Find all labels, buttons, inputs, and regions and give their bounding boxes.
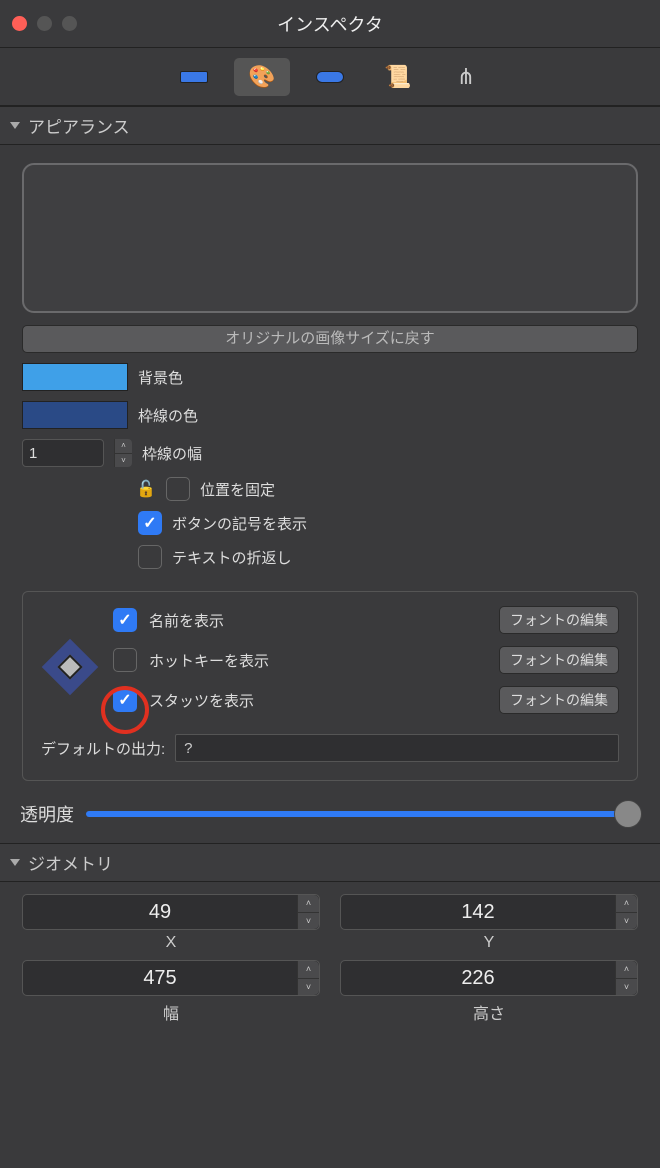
chevron-down-icon <box>10 859 20 866</box>
font-edit-name-button[interactable]: フォントの編集 <box>499 606 619 634</box>
chevron-down-icon <box>10 122 20 129</box>
show-hotkey-checkbox[interactable] <box>113 648 137 672</box>
text-wrap-checkbox[interactable] <box>138 545 162 569</box>
width-stepper[interactable]: ˄˅ <box>297 961 319 995</box>
section-geometry-header[interactable]: ジオメトリ <box>0 843 660 882</box>
display-options-group: ✓ 名前を表示 フォントの編集 ホットキーを表示 フォントの編集 ✓ スタッツを… <box>22 591 638 781</box>
reset-image-size-button[interactable]: オリジナルの画像サイズに戻す <box>22 325 638 353</box>
rss-icon: ⋔ <box>457 64 475 90</box>
tab-basic[interactable] <box>166 58 222 96</box>
box-icon <box>180 71 208 83</box>
slider-thumb[interactable] <box>614 800 642 828</box>
y-stepper[interactable]: ˄˅ <box>615 895 637 929</box>
window-title: インスペクタ <box>0 11 660 37</box>
titlebar: インスペクタ <box>0 0 660 48</box>
opacity-row: 透明度 <box>0 781 660 843</box>
y-field[interactable]: ˄˅ <box>340 894 638 930</box>
tab-scroll[interactable] <box>302 58 358 96</box>
border-width-stepper[interactable]: ˄˅ <box>114 439 132 467</box>
geometry-body: ˄˅ X ˄˅ Y ˄˅ 幅 ˄˅ 高さ <box>0 882 660 1044</box>
height-input[interactable] <box>341 961 615 995</box>
scroll-icon: 📜 <box>384 64 411 90</box>
default-output-input[interactable] <box>175 734 619 762</box>
tab-feed[interactable]: ⋔ <box>438 58 494 96</box>
opacity-slider[interactable] <box>86 811 640 817</box>
lock-position-label: 位置を固定 <box>200 479 275 500</box>
x-input[interactable] <box>23 895 297 929</box>
lock-position-checkbox[interactable] <box>166 477 190 501</box>
border-width-label: 枠線の幅 <box>142 443 202 464</box>
default-output-label: デフォルトの出力: <box>41 738 165 759</box>
capsule-icon <box>316 71 344 83</box>
height-label: 高さ <box>340 1000 638 1024</box>
lock-icon[interactable]: 🔓 <box>136 479 156 499</box>
show-stats-label: スタッツを表示 <box>149 690 254 711</box>
palette-icon: 🎨 <box>248 64 275 90</box>
width-input[interactable] <box>23 961 297 995</box>
text-wrap-label: テキストの折返し <box>172 547 292 568</box>
appearance-body: オリジナルの画像サイズに戻す 背景色 枠線の色 ˄˅ 枠線の幅 🔓 位置を固定 … <box>0 145 660 573</box>
image-preview-well[interactable] <box>22 163 638 313</box>
font-edit-hotkey-button[interactable]: フォントの編集 <box>499 646 619 674</box>
tab-appearance[interactable]: 🎨 <box>234 58 290 96</box>
bg-color-swatch[interactable] <box>22 363 128 391</box>
y-label: Y <box>340 934 638 952</box>
height-stepper[interactable]: ˄˅ <box>615 961 637 995</box>
marker-preview <box>41 638 99 696</box>
x-field[interactable]: ˄˅ <box>22 894 320 930</box>
section-appearance-title: アピアランス <box>28 113 130 138</box>
inspector-tabbar: 🎨 📜 ⋔ <box>0 48 660 106</box>
show-hotkey-label: ホットキーを表示 <box>149 650 269 671</box>
border-color-label: 枠線の色 <box>138 405 198 426</box>
opacity-label: 透明度 <box>20 801 74 827</box>
section-appearance-header[interactable]: アピアランス <box>0 106 660 145</box>
show-name-label: 名前を表示 <box>149 610 224 631</box>
font-edit-stats-button[interactable]: フォントの編集 <box>499 686 619 714</box>
tab-script[interactable]: 📜 <box>370 58 426 96</box>
show-name-checkbox[interactable]: ✓ <box>113 608 137 632</box>
height-field[interactable]: ˄˅ <box>340 960 638 996</box>
section-geometry-title: ジオメトリ <box>28 850 113 875</box>
border-width-input[interactable] <box>23 445 103 462</box>
width-label: 幅 <box>22 1000 320 1024</box>
border-color-swatch[interactable] <box>22 401 128 429</box>
show-symbol-checkbox[interactable]: ✓ <box>138 511 162 535</box>
show-stats-checkbox[interactable]: ✓ <box>113 688 137 712</box>
border-width-field[interactable] <box>22 439 104 467</box>
show-symbol-label: ボタンの記号を表示 <box>172 513 307 534</box>
bg-color-label: 背景色 <box>138 367 183 388</box>
x-label: X <box>22 934 320 952</box>
width-field[interactable]: ˄˅ <box>22 960 320 996</box>
x-stepper[interactable]: ˄˅ <box>297 895 319 929</box>
y-input[interactable] <box>341 895 615 929</box>
